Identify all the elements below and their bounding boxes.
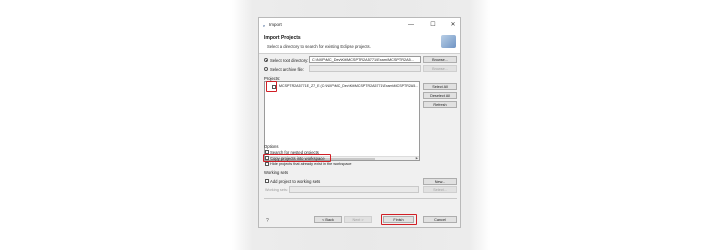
new-working-set-button[interactable]: New... — [423, 178, 457, 185]
archive-file-field[interactable] — [309, 65, 421, 72]
eclipse-app-icon: e — [263, 23, 266, 28]
select-archive-radio[interactable] — [264, 67, 268, 71]
select-all-button[interactable]: Select All — [423, 83, 457, 90]
project-name: MCSPTR2A5771E_Z7_E (C:\NXP\MC_Dev\Kit\MC… — [279, 84, 419, 88]
select-root-label: Select root directory: — [270, 58, 309, 63]
add-to-working-sets-checkbox[interactable] — [265, 179, 269, 183]
window-title: Import — [269, 22, 282, 27]
projects-list[interactable]: MCSPTR2A5771E_Z7_E (C:\NXP\MC_Dev\Kit\MC… — [264, 81, 420, 161]
root-directory-field[interactable]: C:\NXP\MC_Dev\Kit\MCSPTR2A5771\Exam\MCSP… — [309, 56, 421, 63]
maximize-icon[interactable]: ☐ — [427, 20, 439, 30]
refresh-button[interactable]: Refresh — [423, 101, 457, 108]
import-banner-icon — [441, 35, 456, 48]
close-icon[interactable]: ✕ — [447, 20, 459, 30]
copy-option-highlight — [263, 154, 331, 162]
next-button[interactable]: Next > — [344, 216, 372, 223]
cancel-button[interactable]: Cancel — [423, 216, 457, 223]
checkbox-highlight — [266, 81, 277, 92]
page-description: Select a directory to search for existin… — [267, 44, 371, 49]
hide-existing-label: Hide projects that already exist in the … — [270, 162, 352, 166]
minimize-icon[interactable]: — — [405, 20, 417, 30]
working-sets-group-label: Working sets — [264, 170, 289, 175]
footer-separator — [264, 198, 457, 199]
browse-root-button[interactable]: Browse... — [423, 56, 457, 63]
working-sets-combo[interactable] — [289, 186, 419, 193]
list-item[interactable]: MCSPTR2A5771E_Z7_E (C:\NXP\MC_Dev\Kit\MC… — [265, 82, 419, 90]
hide-existing-checkbox[interactable] — [265, 162, 269, 166]
select-working-set-button[interactable]: Select... — [423, 186, 457, 193]
add-to-working-sets-label: Add project to working sets — [270, 179, 321, 184]
title-bar: e Import — ☐ ✕ — [259, 18, 460, 32]
select-archive-label: Select archive file: — [270, 67, 304, 72]
wizard-header: Import Projects Select a directory to se… — [259, 32, 460, 54]
deselect-all-button[interactable]: Deselect All — [423, 92, 457, 99]
import-dialog: e Import — ☐ ✕ Import Projects Select a … — [258, 17, 461, 228]
browse-archive-button[interactable]: Browse... — [423, 65, 457, 72]
options-label: Options — [264, 144, 279, 149]
scroll-right-icon[interactable]: ▶ — [416, 156, 418, 160]
back-button[interactable]: < Back — [314, 216, 342, 223]
finish-highlight — [381, 214, 417, 225]
working-sets-label: Working sets: — [265, 188, 288, 192]
help-icon[interactable]: ? — [266, 218, 269, 224]
page-title: Import Projects — [264, 35, 301, 41]
select-root-radio[interactable] — [264, 58, 268, 62]
